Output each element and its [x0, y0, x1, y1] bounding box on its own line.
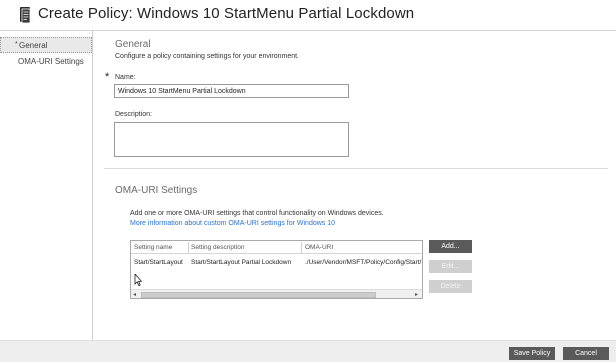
- footer-bar: Save Policy Cancel: [0, 340, 616, 362]
- column-separator: [188, 242, 189, 254]
- sidebar-item-label: OMA-URI Settings: [18, 57, 84, 66]
- add-button[interactable]: Add...: [429, 240, 472, 253]
- scrollbar-thumb[interactable]: [141, 292, 376, 298]
- delete-button[interactable]: Delete: [429, 280, 472, 293]
- sidebar-item-general[interactable]: * General: [0, 37, 92, 53]
- edit-button[interactable]: Edit...: [429, 260, 472, 273]
- oma-uri-info-link[interactable]: More information about custom OMA-URI se…: [130, 220, 335, 227]
- table-row[interactable]: Start/StartLayout Start/StartLayout Part…: [131, 256, 422, 269]
- column-header-setting-description[interactable]: Setting description: [191, 241, 299, 254]
- policy-document-icon: [20, 7, 31, 24]
- main-content: General Configure a policy containing se…: [94, 31, 616, 340]
- name-required-marker: *: [105, 71, 110, 83]
- oma-uri-heading: OMA-URI Settings: [115, 185, 198, 196]
- scroll-left-icon[interactable]: ◂: [133, 291, 136, 298]
- horizontal-scrollbar[interactable]: ◂ ▸: [131, 289, 422, 298]
- sidebar-item-oma-uri-settings[interactable]: OMA-URI Settings: [0, 54, 92, 70]
- scroll-right-icon[interactable]: ▸: [415, 291, 418, 298]
- page-title: Create Policy: Windows 10 StartMenu Part…: [38, 5, 415, 22]
- description-field[interactable]: [114, 122, 349, 157]
- oma-uri-cell: ./User/Vendor/MSFT/Policy/Config/Start/S…: [305, 259, 422, 266]
- general-description: Configure a policy containing settings f…: [115, 53, 300, 60]
- description-label: Description:: [115, 111, 152, 118]
- save-policy-button[interactable]: Save Policy: [509, 347, 555, 360]
- grid-header-row: Setting name Setting description OMA-URI: [131, 241, 422, 254]
- oma-uri-intro: Add one or more OMA-URI settings that co…: [130, 210, 384, 217]
- sidebar-item-label: General: [19, 41, 48, 50]
- mouse-pointer-icon: [134, 274, 142, 286]
- column-header-setting-name[interactable]: Setting name: [134, 241, 187, 254]
- general-heading: General: [115, 39, 151, 50]
- name-field[interactable]: Windows 10 StartMenu Partial Lockdown: [114, 84, 349, 98]
- title-bar: Create Policy: Windows 10 StartMenu Part…: [0, 0, 616, 31]
- sidebar: * General OMA-URI Settings: [0, 31, 93, 340]
- column-separator: [301, 242, 302, 254]
- oma-uri-grid: Setting name Setting description OMA-URI…: [130, 240, 423, 299]
- name-label: Name:: [115, 74, 136, 81]
- setting-description-cell: Start/StartLayout Partial Lockdown: [191, 259, 292, 266]
- cancel-button[interactable]: Cancel: [563, 347, 609, 360]
- column-header-oma-uri[interactable]: OMA-URI: [305, 241, 422, 254]
- section-divider: [104, 168, 608, 169]
- required-marker: *: [15, 41, 18, 48]
- setting-name-cell: Start/StartLayout: [134, 259, 183, 266]
